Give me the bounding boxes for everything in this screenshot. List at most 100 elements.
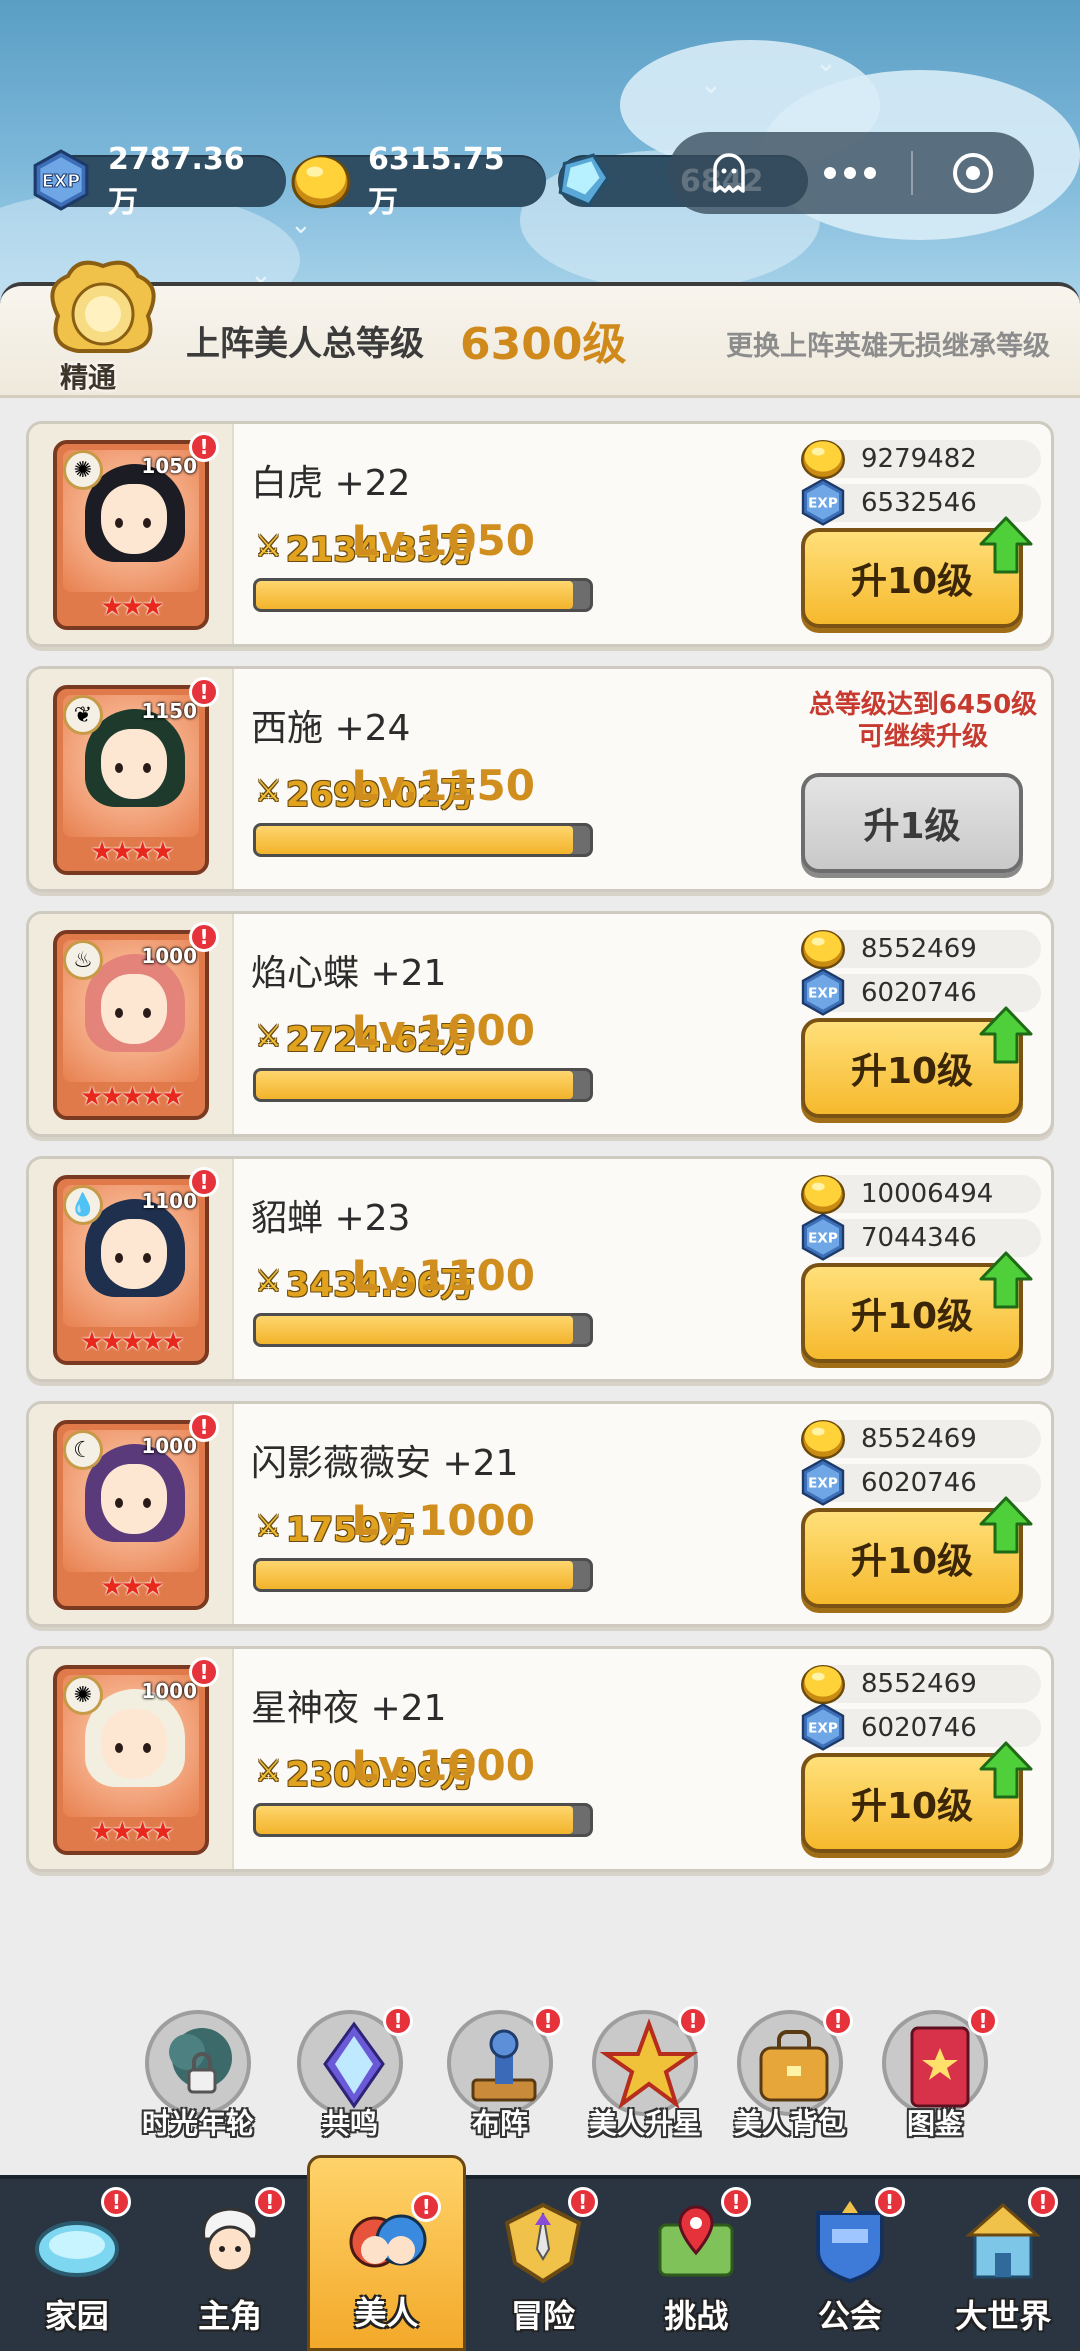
gem-icon [558, 153, 610, 207]
hero-portrait[interactable]: ✺ 1050 ★★★ [53, 440, 209, 630]
function-star-up[interactable]: ! 美人升星 [585, 2006, 708, 2142]
hero-level: Lv.1050 [351, 516, 535, 565]
hero-eye-left [115, 1498, 123, 1508]
upgrade-arrow-icon [979, 516, 1033, 574]
more-button[interactable] [789, 132, 910, 214]
function-icon-frame [145, 2010, 251, 2116]
hero-face [101, 1464, 167, 1534]
hero-portrait[interactable]: ☾ 1000 ★★★ [53, 1420, 209, 1610]
nav-tab-sword-emblem[interactable]: ! 冒险 [466, 2179, 619, 2351]
ghost-menu-button[interactable] [668, 132, 789, 214]
hero-eye-right [143, 763, 151, 773]
hero-card: ✺ 1050 ★★★ ! 白虎 +22 ⚔ 2134.33万 Lv.1050 9… [26, 421, 1054, 647]
function-label: 美人背包 [733, 2107, 846, 2140]
nav-tab-home-pool[interactable]: ! 家园 [0, 2179, 153, 2351]
nav-tab-label: 大世界 [955, 2297, 1052, 2335]
hero-portrait[interactable]: 💧 1100 ★★★★★ [53, 1175, 209, 1365]
star-rating: ★★★ [100, 1572, 165, 1602]
level-progress-bar [253, 1068, 593, 1102]
gold-cost-value: 10006494 [861, 1179, 994, 1209]
nav-tab-hero[interactable]: ! 主角 [153, 2179, 306, 2351]
red-dot-alert-icon: ! [533, 2006, 563, 2036]
red-dot-alert-icon: ! [189, 922, 219, 952]
red-dot-alert-icon: ! [823, 2006, 853, 2036]
gold-coin-icon [801, 1175, 845, 1215]
gold-cost-value: 8552469 [861, 1424, 977, 1454]
function-backpack[interactable]: ! 美人背包 [730, 2006, 853, 2142]
exp-icon: EXP [801, 1213, 845, 1261]
gold-coin-icon [801, 440, 845, 480]
nav-tab-beauty[interactable]: ! 美人 [306, 2155, 467, 2351]
red-dot-alert-icon: ! [678, 2006, 708, 2036]
nav-tab-guild-shield[interactable]: ! 公会 [773, 2179, 926, 2351]
gold-coin-icon [801, 930, 845, 970]
level-progress-bar [253, 578, 593, 612]
star-rating: ★★★ [100, 592, 165, 622]
gold-cost: 9279482 [801, 440, 1041, 480]
portrait-level: 1000 [141, 1679, 197, 1703]
hero-level: Lv.1100 [351, 1251, 535, 1300]
gold-resource: 6315.75万 [291, 142, 546, 220]
function-book[interactable]: ! 图鉴 [875, 2006, 998, 2142]
inherit-tip: 更换上阵英雄无损继承等级 [726, 331, 1050, 362]
nav-tab-castle[interactable]: ! 大世界 [927, 2179, 1080, 2351]
hero-level: Lv.1000 [351, 1006, 535, 1055]
level-progress-bar [253, 1803, 593, 1837]
hero-face [101, 1709, 167, 1779]
hero-card: ☾ 1000 ★★★ ! 闪影薇薇安 +21 ⚔ 1759万 Lv.1000 8… [26, 1401, 1054, 1627]
close-program-button[interactable] [913, 132, 1034, 214]
gold-coin-icon [291, 155, 351, 209]
function-label: 美人升星 [588, 2107, 701, 2140]
hero-portrait[interactable]: ♨ 1000 ★★★★★ [53, 930, 209, 1120]
portrait-level: 1000 [141, 944, 197, 968]
svg-text:EXP: EXP [808, 496, 838, 512]
svg-text:EXP: EXP [808, 1721, 838, 1737]
exp-cost-value: 7044346 [861, 1223, 977, 1253]
level-up-button[interactable]: 升1级 [801, 773, 1023, 873]
upgrade-arrow-icon [979, 1006, 1033, 1064]
hero-card: ❦ 1150 ★★★★ ! 西施 +24 ⚔ 2699.02万 Lv.1150 … [26, 666, 1054, 892]
hero-name: 貂蝉 +23 [251, 1198, 411, 1239]
red-dot-alert-icon: ! [968, 2006, 998, 2036]
red-dot-alert-icon: ! [189, 432, 219, 462]
function-crystal[interactable]: ! 共鸣 [290, 2006, 413, 2142]
sun-icon: ✺ [63, 450, 103, 490]
hero-level: Lv.1000 [351, 1741, 535, 1790]
function-formation[interactable]: ! 布阵 [440, 2006, 563, 2142]
hero-eye-left [115, 1008, 123, 1018]
star-rating: ★★★★★ [80, 1082, 185, 1112]
hero-eye-right [143, 1498, 151, 1508]
portrait-level: 1100 [141, 1189, 197, 1213]
red-dot-alert-icon: ! [189, 1412, 219, 1442]
function-label: 时光年轮 [141, 2107, 254, 2140]
hero-portrait[interactable]: ✺ 1000 ★★★★ [53, 1665, 209, 1855]
total-level-label: 上阵美人总等级 [186, 324, 424, 364]
function-icon-frame: ! [737, 2006, 853, 2116]
function-icon-frame: ! [592, 2006, 708, 2116]
gold-cost-value: 8552469 [861, 934, 977, 964]
crossed-swords-icon: ⚔ [255, 1754, 282, 1789]
red-dot-alert-icon: ! [254, 2187, 285, 2217]
function-icon-frame: ! [447, 2006, 563, 2116]
red-dot-alert-icon: ! [721, 2187, 752, 2217]
exp-cost-value: 6020746 [861, 1468, 977, 1498]
portrait-level: 1000 [141, 1434, 197, 1458]
hero-name: 焰心蝶 +21 [251, 953, 447, 994]
upgrade-arrow-icon [979, 1251, 1033, 1309]
gold-cost-value: 8552469 [861, 1669, 977, 1699]
hero-level: Lv.1150 [351, 761, 535, 810]
star-rating: ★★★★ [90, 1817, 174, 1847]
gold-cost: 8552469 [801, 1420, 1041, 1460]
hero-face [101, 974, 167, 1044]
hero-eye-left [115, 763, 123, 773]
hero-eye-right [143, 518, 151, 528]
function-tree-lock[interactable]: 时光年轮 [138, 2010, 258, 2142]
hero-portrait[interactable]: ❦ 1150 ★★★★ [53, 685, 209, 875]
function-label: 共鸣 [321, 2107, 378, 2140]
nav-tab-map-pin[interactable]: ! 挑战 [620, 2179, 773, 2351]
gold-cost: 10006494 [801, 1175, 1041, 1215]
svg-text:EXP: EXP [808, 1231, 838, 1247]
hero-level: Lv.1000 [351, 1496, 535, 1545]
portrait-level: 1150 [141, 699, 197, 723]
nav-tab-label: 公会 [817, 2297, 882, 2335]
